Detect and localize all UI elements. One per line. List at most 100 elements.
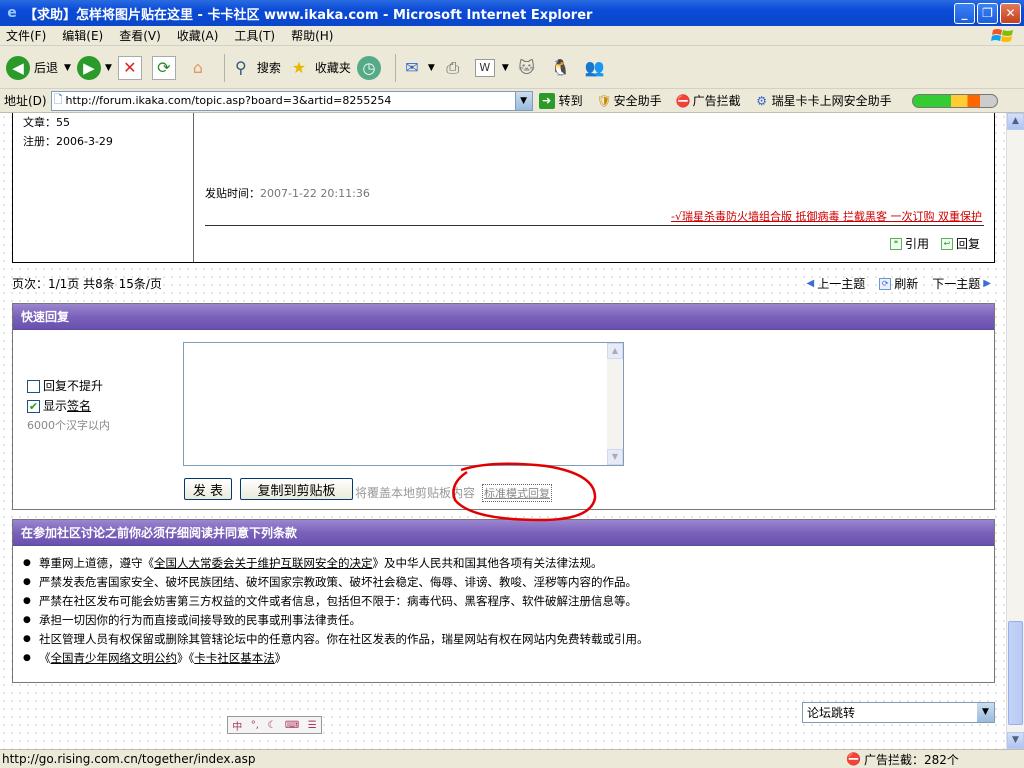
back-arrow-icon: ◀ xyxy=(6,55,30,80)
rule-item: 承担一切因你的行为而直接或间接导致的民事或刑事法律责任。 xyxy=(23,611,994,630)
safety-label: 安全助手 xyxy=(613,94,662,108)
menu-edit[interactable]: 编辑(E) xyxy=(62,27,103,44)
menu-file[interactable]: 文件(F) xyxy=(6,27,46,44)
refresh-page-icon: ⟳ xyxy=(879,277,892,290)
quick-reply-title: 快速回复 xyxy=(13,304,994,330)
rising-icon: ⚙ xyxy=(756,93,768,108)
textarea-scroll-down-icon[interactable]: ▼ xyxy=(607,449,623,465)
ad-block-link[interactable]: ⛔ 广告拦截 xyxy=(676,92,741,109)
favorites-star-icon: ★ xyxy=(291,58,307,77)
page-icon: 🗋 xyxy=(53,93,63,106)
rising-cat-button[interactable]: 🐱 xyxy=(515,56,543,80)
address-input[interactable]: 🗋 http://forum.ikaka.com/topic.asp?board… xyxy=(50,90,533,111)
safety-assistant-link[interactable]: 🛡 安全助手 xyxy=(597,92,662,109)
forward-arrow-icon: ▶ xyxy=(76,55,101,80)
rule-item: 尊重网上道德，遵守《全国人大常委会关于维护互联网安全的决定》及中华人民共和国其他… xyxy=(23,554,994,573)
reply-button[interactable]: ↩ 回复 xyxy=(940,235,980,252)
refresh-button[interactable]: ⟳ xyxy=(151,55,180,80)
edit-dropdown-icon[interactable]: ▼ xyxy=(502,63,509,73)
cat-icon: 🐱 xyxy=(518,58,536,77)
menu-icon[interactable]: ☰ xyxy=(308,720,317,731)
menu-favorites[interactable]: 收藏(A) xyxy=(177,27,219,44)
minimize-button[interactable]: _ xyxy=(954,3,975,24)
quote-button[interactable]: ❝ 引用 xyxy=(889,235,929,252)
next-topic-link[interactable]: 下一主题 ▶ xyxy=(932,275,994,292)
scroll-thumb[interactable] xyxy=(1008,621,1023,725)
red-annotation-circle xyxy=(452,462,597,522)
qq-button[interactable]: 🐧 xyxy=(549,56,577,80)
home-button[interactable]: ⌂ xyxy=(186,56,214,80)
go-arrow-icon: ➜ xyxy=(538,92,555,109)
messenger-button[interactable]: 👥 xyxy=(583,56,611,80)
quote-label: 引用 xyxy=(904,237,929,251)
chinese-input-icon[interactable]: 中 xyxy=(232,718,242,733)
stop-button[interactable]: ✕ xyxy=(117,55,146,80)
safety-icon: 🛡 xyxy=(596,93,612,108)
moon-icon[interactable]: ☾ xyxy=(267,720,276,731)
menu-view[interactable]: 查看(V) xyxy=(119,27,161,44)
keyboard-icon[interactable]: ⌨ xyxy=(285,720,299,731)
punctuation-icon[interactable]: °, xyxy=(251,720,259,731)
status-url: http://go.rising.com.cn/together/index.a… xyxy=(2,752,256,766)
submit-button[interactable]: 发 表 xyxy=(184,478,232,500)
prev-topic-link[interactable]: ◀ 上一主题 xyxy=(804,275,866,292)
back-button[interactable]: ◀ 后退 ▼ xyxy=(6,55,71,80)
mail-dropdown-icon[interactable]: ▼ xyxy=(428,63,435,73)
ad-block-icon: ⛔ xyxy=(675,93,691,108)
forward-button[interactable]: ▶ ▼ xyxy=(76,55,112,80)
forum-jump-select[interactable]: 论坛跳转 ▼ xyxy=(802,702,995,723)
ime-toolbar[interactable]: 中 °, ☾ ⌨ ☰ xyxy=(227,716,322,734)
window-title: 【求助】怎样将图片贴在这里 - 卡卡社区 www.ikaka.com - Mic… xyxy=(24,7,593,23)
stop-icon: ✕ xyxy=(117,55,142,80)
show-signature-option[interactable]: ✔ 显示签名 xyxy=(27,396,110,416)
status-bar: http://go.rising.com.cn/together/index.a… xyxy=(0,749,1024,768)
edit-button[interactable]: W ▼ xyxy=(474,58,509,77)
scroll-down-icon[interactable]: ▼ xyxy=(1007,732,1024,749)
copy-to-clipboard-button[interactable]: 复制到剪贴板 xyxy=(240,478,353,500)
prev-topic-label: 上一主题 xyxy=(817,277,866,291)
back-dropdown-icon[interactable]: ▼ xyxy=(64,63,71,73)
rule-item: 《全国青少年网络文明公约》《卡卡社区基本法》 xyxy=(23,649,994,668)
print-button[interactable]: ⎙ xyxy=(441,56,469,80)
search-icon: ⚲ xyxy=(235,58,247,77)
forum-jump-dropdown-icon[interactable]: ▼ xyxy=(977,703,994,722)
rule-link[interactable]: 全国人大常委会关于维护互联网安全的决定 xyxy=(154,556,373,570)
history-button[interactable]: ◷ xyxy=(356,55,385,80)
reply-label: 回复 xyxy=(955,237,980,251)
post-ad-link[interactable]: -√瑞星杀毒防火墙组合版 抵御病毒 拦截黑客 一次订购 双重保护 xyxy=(671,208,982,224)
menu-help[interactable]: 帮助(H) xyxy=(291,27,333,44)
menu-tools[interactable]: 工具(T) xyxy=(234,27,275,44)
next-arrow-icon: ▶ xyxy=(983,278,991,289)
ad-block-count: 广告拦截：282个 xyxy=(863,752,959,767)
page-scrollbar[interactable]: ▲ ▼ xyxy=(1006,113,1024,749)
mail-button[interactable]: ✉ ▼ xyxy=(400,56,435,80)
address-dropdown-icon[interactable]: ▼ xyxy=(514,91,532,110)
rising-label: 瑞星卡卡上网安全助手 xyxy=(771,94,892,108)
post-container: 文章：55 注册：2006-3-29 发贴时间：2007-1-22 20:11:… xyxy=(12,113,995,263)
search-button[interactable]: ⚲ 搜索 xyxy=(229,56,281,80)
forward-dropdown-icon[interactable]: ▼ xyxy=(105,63,112,73)
show-signature-checkbox[interactable]: ✔ xyxy=(27,400,40,413)
ad-block-status[interactable]: ⛔ 广告拦截：282个 xyxy=(846,751,959,768)
no-bump-option[interactable]: 回复不提升 xyxy=(27,376,110,396)
close-button[interactable]: ✕ xyxy=(1000,3,1021,24)
restore-button[interactable]: ❐ xyxy=(977,3,998,24)
go-button[interactable]: ➜ 转到 xyxy=(538,92,583,109)
reply-textarea[interactable]: ▲ ▼ xyxy=(183,342,624,466)
youth-convention-link[interactable]: 全国青少年网络文明公约 xyxy=(51,651,178,665)
signature-link[interactable]: 签名 xyxy=(67,399,91,413)
refresh-label: 刷新 xyxy=(894,277,919,291)
favorites-label: 收藏夹 xyxy=(314,61,351,75)
textarea-scroll-up-icon[interactable]: ▲ xyxy=(607,343,623,359)
no-bump-checkbox[interactable] xyxy=(27,380,40,393)
char-limit-hint: 6000个汉字以内 xyxy=(27,419,110,432)
windows-logo-icon xyxy=(991,29,1013,42)
community-law-link[interactable]: 卡卡社区基本法 xyxy=(194,651,275,665)
messenger-icon: 👥 xyxy=(584,58,605,77)
rising-assistant-link[interactable]: ⚙ 瑞星卡卡上网安全助手 xyxy=(755,92,892,109)
favorites-button[interactable]: ★ 收藏夹 xyxy=(287,56,351,80)
scroll-up-icon[interactable]: ▲ xyxy=(1007,113,1024,130)
print-icon: ⎙ xyxy=(446,57,460,77)
rule-text: 《 xyxy=(39,651,51,665)
refresh-link[interactable]: ⟳ 刷新 xyxy=(879,275,918,292)
